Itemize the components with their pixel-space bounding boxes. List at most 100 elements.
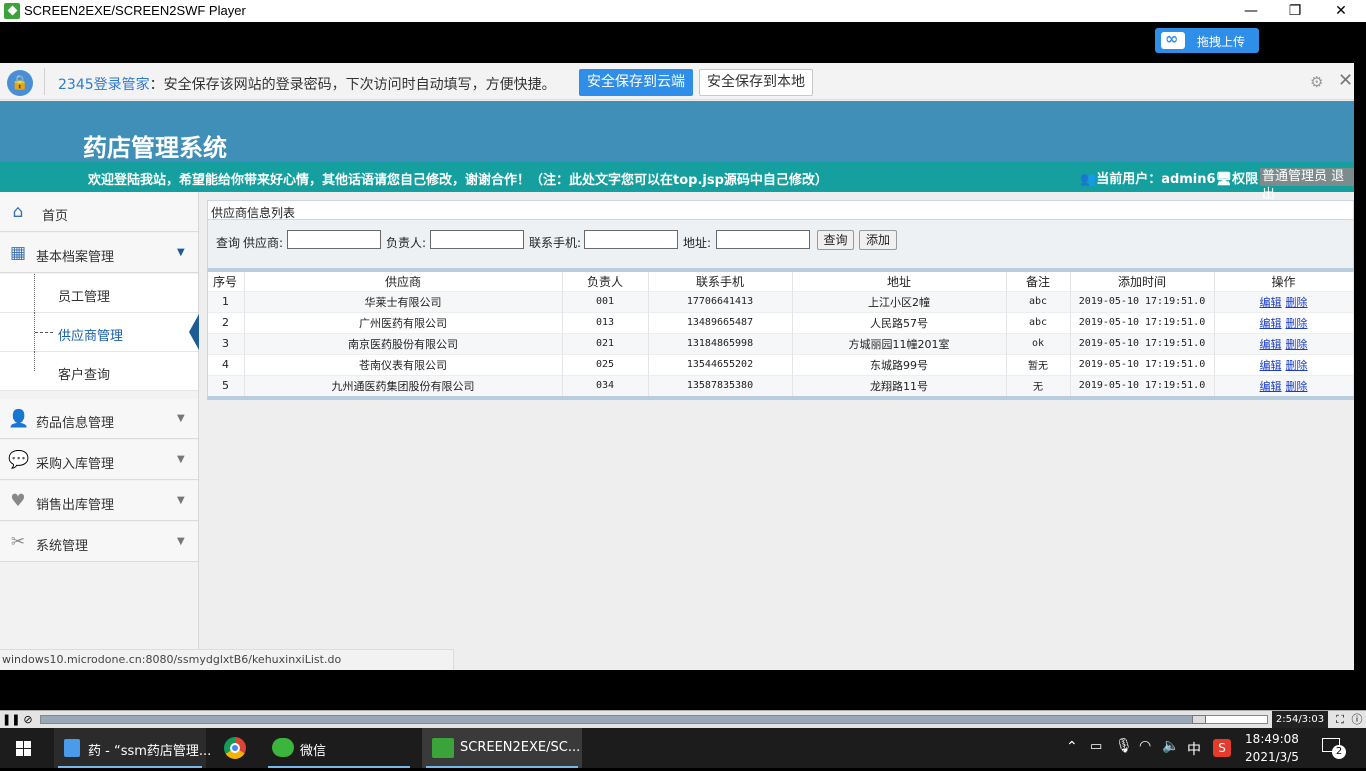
sidebar-item-basic-archives[interactable]: ▦ 基本档案管理 ▼ — [0, 233, 198, 273]
actions-cell: 编辑 删除 — [1214, 374, 1354, 396]
note-cell: abc — [1006, 311, 1071, 333]
address-cell: 龙翔路11号 — [792, 374, 1007, 396]
fullscreen-button[interactable]: ⛶ — [1332, 712, 1348, 728]
heart-icon: ♥ — [10, 491, 26, 511]
password-manager-bar: 🔒 2345登录管家：安全保存该网站的登录密码，下次访问时自动填写，方便快捷。 … — [0, 63, 1354, 100]
sidebar-item-purchase[interactable]: 💬 采购入库管理 ▼ — [0, 440, 198, 480]
gear-icon[interactable]: ⚙ — [1310, 73, 1323, 91]
divider — [44, 68, 45, 95]
pause-button[interactable]: ❚❚ — [2, 712, 20, 728]
delete-link[interactable]: 删除 — [1286, 338, 1308, 351]
note-cell: ok — [1006, 332, 1071, 354]
taskbar-item-wechat[interactable]: 微信 — [264, 728, 414, 768]
delete-link[interactable]: 删除 — [1286, 380, 1308, 393]
sogou-icon[interactable]: S — [1213, 739, 1231, 757]
query-label: 查询 — [216, 236, 241, 250]
save-local-button[interactable]: 安全保存到本地 — [699, 69, 813, 96]
seek-thumb[interactable] — [1192, 715, 1206, 724]
address-cell: 方城丽园11幢201室 — [792, 332, 1007, 354]
wifi-icon[interactable]: ◠ — [1139, 738, 1151, 754]
current-user: 当前用户：admin6 — [1096, 172, 1216, 187]
sidebar-item-label: 基本档案管理 — [36, 250, 115, 265]
welcome-text: 欢迎登陆我站，希望能给你带来好心情，其他话语请您自己修改，谢谢合作！（注：此处文… — [88, 173, 828, 188]
close-icon[interactable]: ✕ — [1338, 70, 1353, 91]
upload-button[interactable]: 拖拽上传 — [1155, 28, 1259, 53]
caret-down-icon: ▼ — [177, 536, 185, 547]
manager-cell: 021 — [562, 332, 649, 354]
person-icon: 👤 — [8, 409, 30, 429]
speaker-icon[interactable]: 🔈 — [1162, 738, 1179, 754]
taskbar-item-player[interactable]: SCREEN2EXE/SC... — [422, 728, 582, 768]
actions-cell: 编辑 删除 — [1214, 353, 1354, 375]
add-button[interactable]: 添加 — [859, 230, 897, 250]
phone-input[interactable] — [584, 230, 678, 249]
sidebar-subitem-suppliers[interactable]: 供应商管理 — [0, 313, 199, 352]
taskbar-item-label: 药 - “ssm药店管理... — [88, 744, 212, 759]
microphone-icon[interactable]: 🎙 — [1115, 738, 1133, 754]
sidebar-item-system[interactable]: ✂ 系统管理 ▼ — [0, 522, 198, 562]
seek-bar[interactable] — [40, 715, 1268, 724]
clock-date: 2021/3/5 — [1245, 750, 1299, 764]
edit-link[interactable]: 编辑 — [1260, 359, 1282, 372]
baidu-cloud-icon — [1161, 29, 1185, 49]
chevron-up-icon[interactable]: ⌃ — [1066, 739, 1078, 755]
maximize-button[interactable]: ❐ — [1272, 0, 1318, 22]
manager-cell: 001 — [562, 290, 649, 312]
chrome-center — [230, 743, 240, 753]
address-cell: 上江小区2幢 — [792, 290, 1007, 312]
clock-time: 18:49:08 — [1245, 732, 1299, 746]
column-header: 备注 — [1006, 272, 1071, 291]
sidebar-item-label: 药品信息管理 — [36, 416, 115, 431]
minimize-button[interactable]: — — [1228, 0, 1274, 22]
table-row: 1 华莱士有限公司 001 17706641413 上江小区2幢 abc 2019-05-1… — [208, 290, 1354, 312]
sidebar-subitem-label: 供应商管理 — [58, 329, 124, 344]
delete-link[interactable]: 删除 — [1286, 317, 1308, 330]
delete-link[interactable]: 删除 — [1286, 296, 1308, 309]
taskbar-item-pharmacy[interactable]: 药 - “ssm药店管理... — [54, 728, 211, 768]
browser-viewport: 🔒 2345登录管家：安全保存该网站的登录密码，下次访问时自动填写，方便快捷。 … — [0, 63, 1354, 670]
manager-cell: 034 — [562, 374, 649, 396]
edit-link[interactable]: 编辑 — [1260, 338, 1282, 351]
sidebar-subitem-customers[interactable]: 客户查询 — [0, 352, 198, 391]
edit-link[interactable]: 编辑 — [1260, 380, 1282, 393]
actions-cell: 编辑 删除 — [1214, 290, 1354, 312]
role-logout[interactable]: 普通管理员 退出 — [1260, 168, 1354, 202]
address-input[interactable] — [716, 230, 810, 249]
sidebar-item-drug-info[interactable]: 👤 药品信息管理 ▼ — [0, 399, 198, 439]
save-cloud-button[interactable]: 安全保存到云端 — [579, 69, 693, 96]
sidebar-item-sales[interactable]: ♥ 销售出库管理 ▼ — [0, 481, 198, 521]
start-button[interactable] — [0, 728, 48, 768]
permission-icon: 🖥 — [1215, 172, 1233, 187]
edit-link[interactable]: 编辑 — [1260, 317, 1282, 330]
clock[interactable]: 18:49:08 2021/3/5 — [1240, 730, 1304, 766]
close-button[interactable]: ✕ — [1318, 0, 1364, 22]
column-header: 序号 — [208, 272, 245, 291]
query-button[interactable]: 查询 — [817, 230, 854, 250]
caret-down-icon: ▼ — [177, 454, 185, 465]
stop-button[interactable]: ⊘ — [20, 712, 36, 728]
playback-time: 2:54/3:03 — [1272, 711, 1328, 728]
info-button[interactable]: ⓘ — [1349, 712, 1365, 728]
seek-progress — [41, 716, 1206, 723]
manager-input[interactable] — [430, 230, 524, 249]
supplier-input[interactable] — [287, 230, 381, 249]
taskbar-item-label: SCREEN2EXE/SC... — [460, 740, 581, 755]
row-number: 2 — [208, 311, 245, 333]
grid-icon: ▦ — [9, 243, 27, 263]
phone-cell: 13587835380 — [648, 374, 793, 396]
edit-link[interactable]: 编辑 — [1260, 296, 1282, 309]
sidebar-item-label: 首页 — [42, 209, 69, 224]
ime-indicator[interactable]: 中 — [1187, 739, 1201, 759]
supplier-cell: 华莱士有限公司 — [244, 290, 563, 312]
taskbar-item-chrome[interactable] — [212, 728, 260, 768]
address-cell: 人民路57号 — [792, 311, 1007, 333]
sidebar-item-home[interactable]: ⌂ 首页 — [0, 192, 198, 232]
delete-link[interactable]: 删除 — [1286, 359, 1308, 372]
battery-icon[interactable]: ▭ — [1090, 739, 1102, 754]
tools-icon: ✂ — [10, 532, 26, 552]
column-header: 供应商 — [244, 272, 563, 291]
sidebar-subitem-employees[interactable]: 员工管理 — [0, 274, 198, 313]
supplier-cell: 苍南仪表有限公司 — [244, 353, 563, 375]
address-label: 地址: — [683, 236, 712, 250]
notification-button[interactable]: 2 — [1322, 736, 1346, 759]
